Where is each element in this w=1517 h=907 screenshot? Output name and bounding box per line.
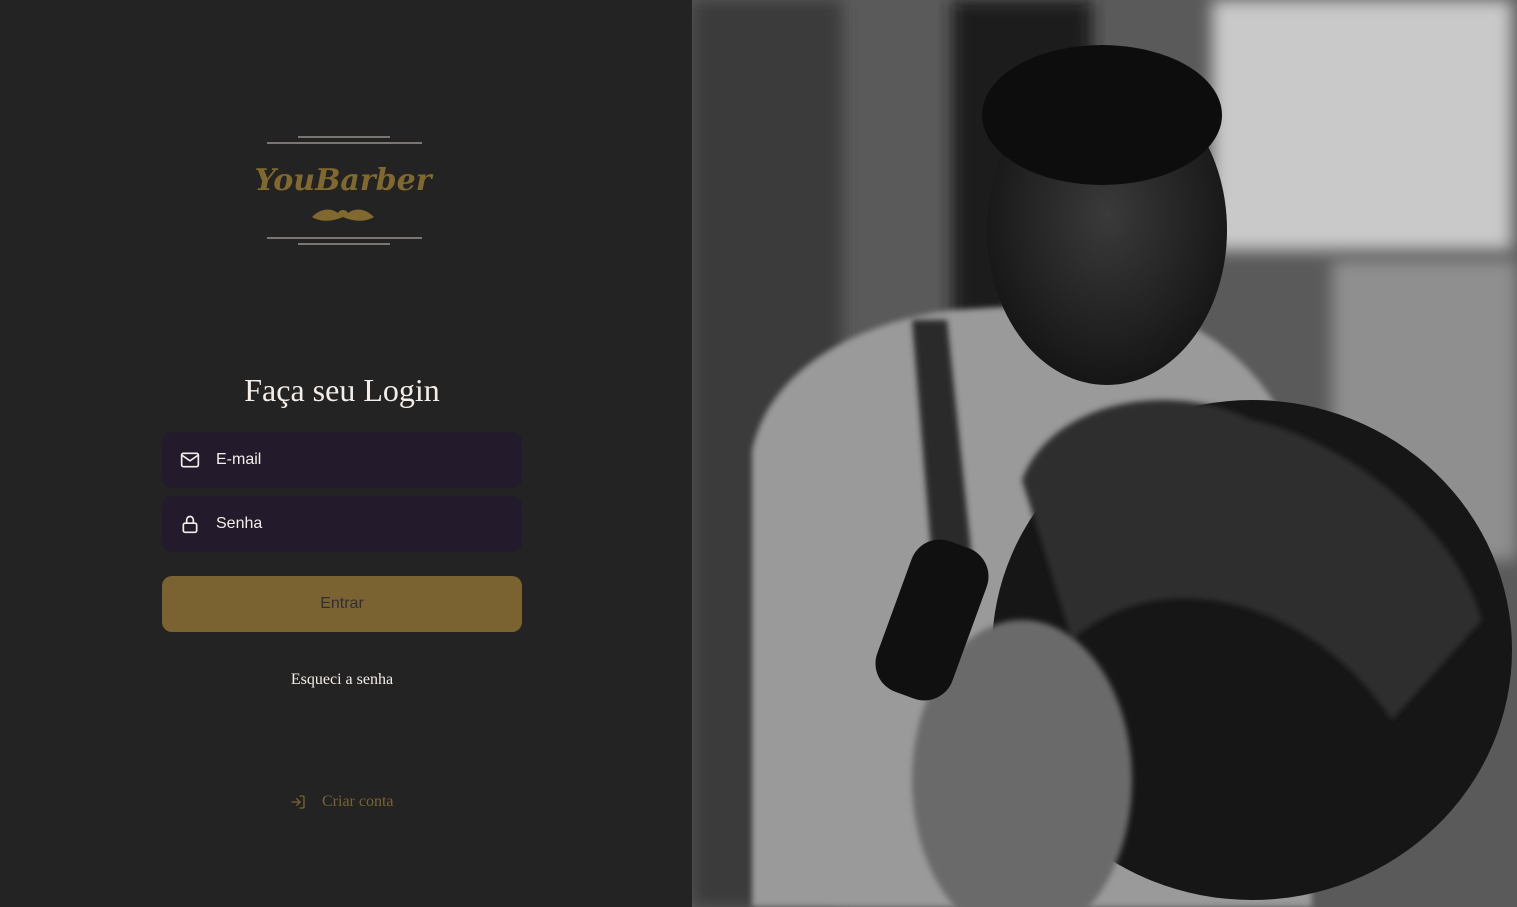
brand-name: YouBarber <box>254 163 432 198</box>
password-input[interactable] <box>216 515 516 533</box>
youbarber-logo: YouBarber <box>250 133 436 248</box>
barber-photo <box>692 0 1517 907</box>
create-account-label: Criar conta <box>322 793 394 810</box>
login-page: YouBarber Faça seu Login Entrar Esqu <box>0 0 1517 907</box>
lock-icon <box>180 514 200 534</box>
login-panel: YouBarber Faça seu Login Entrar Esqu <box>0 0 692 907</box>
login-button[interactable]: Entrar <box>162 576 522 632</box>
email-field[interactable] <box>162 432 522 488</box>
log-in-icon <box>290 794 306 810</box>
password-field[interactable] <box>162 496 522 552</box>
page-title: Faça seu Login <box>244 372 440 408</box>
forgot-password-link[interactable]: Esqueci a senha <box>0 670 684 690</box>
create-account-link[interactable]: Criar conta <box>290 792 394 812</box>
email-input[interactable] <box>216 451 516 469</box>
mail-icon <box>180 450 200 470</box>
